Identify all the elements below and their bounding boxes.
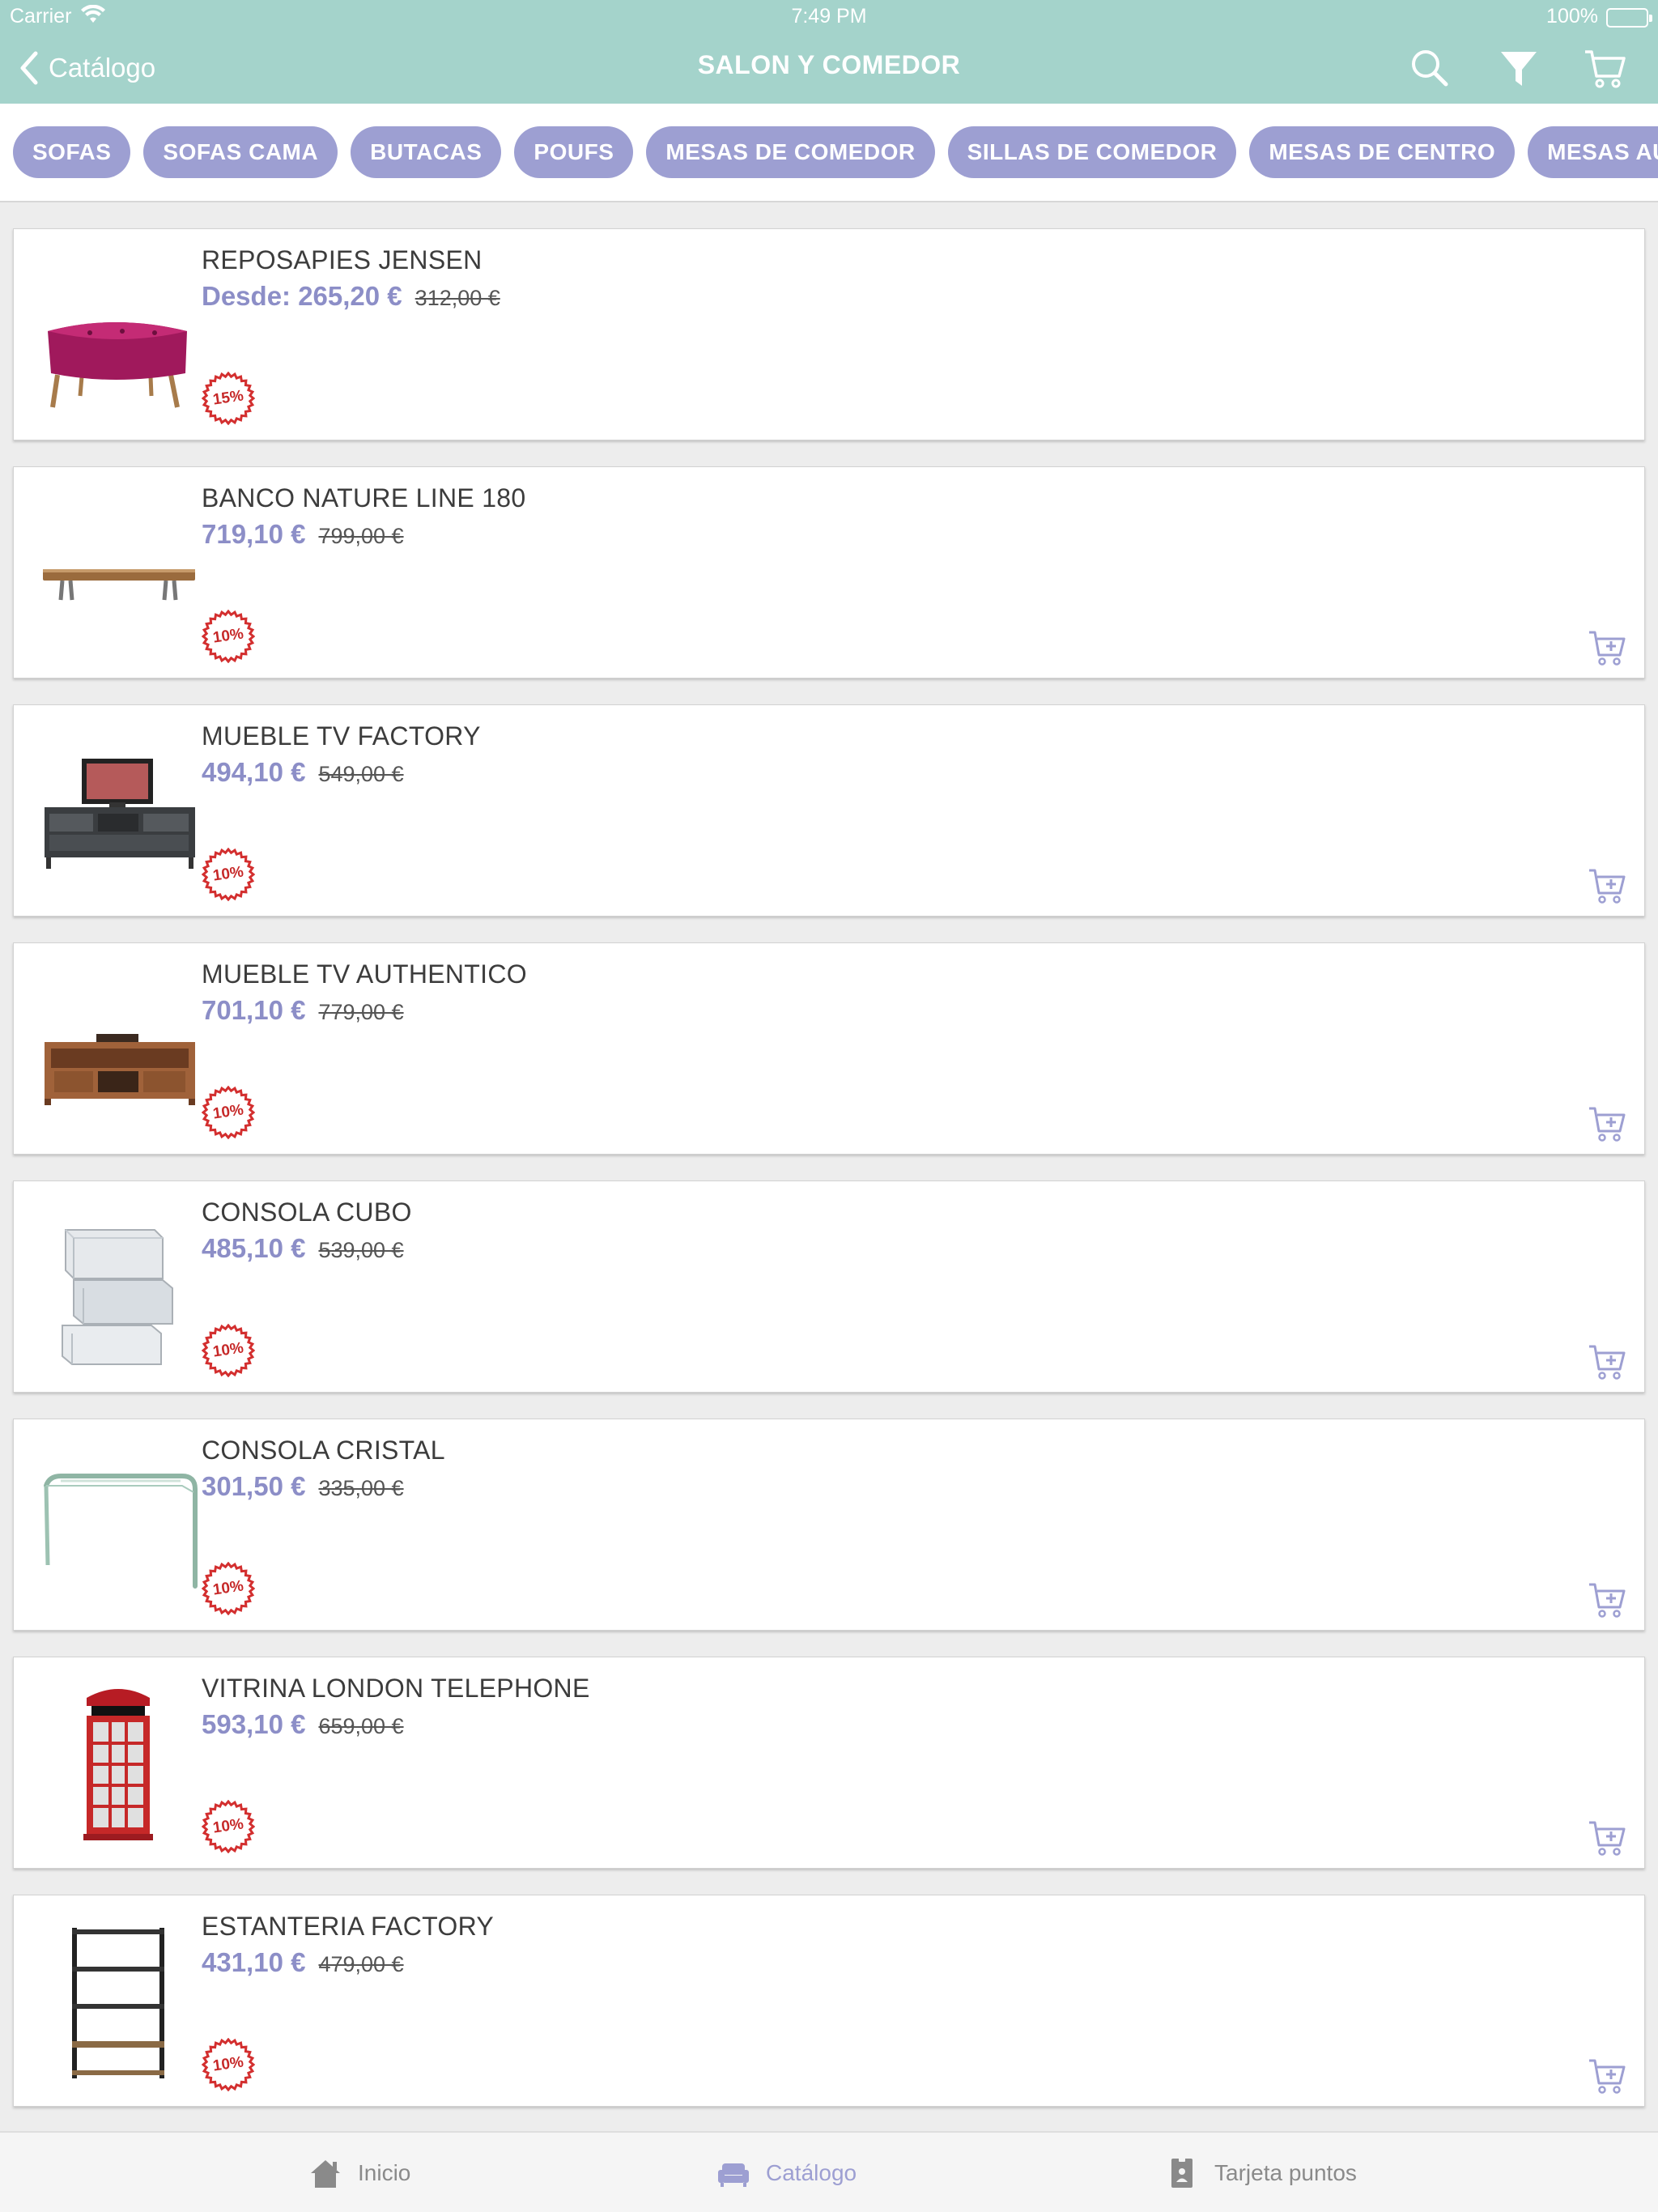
search-icon[interactable] (1407, 45, 1452, 91)
discount-badge-icon: 10% (201, 2037, 256, 2092)
discount-badge-icon: 10% (201, 1085, 256, 1140)
add-to-cart-icon[interactable] (1588, 1818, 1628, 1857)
product-price-row: 301,50 € 335,00 € (202, 1471, 404, 1502)
add-to-cart-icon[interactable] (1588, 2056, 1628, 2095)
product-name: MUEBLE TV FACTORY (202, 721, 481, 751)
product-price-row: 593,10 € 659,00 € (202, 1709, 404, 1740)
product-card[interactable]: CONSOLA CRISTAL 301,50 € 335,00 € 10% (13, 1419, 1645, 1631)
product-name: CONSOLA CUBO (202, 1197, 412, 1227)
category-chip[interactable]: SILLAS DE COMEDOR (947, 126, 1237, 178)
cart-icon[interactable] (1582, 45, 1627, 91)
discount-label: 10% (211, 863, 245, 885)
product-price-row: 719,10 € 799,00 € (202, 519, 404, 550)
product-old-price: 312,00 € (414, 286, 500, 310)
product-price-row: 485,10 € 539,00 € (202, 1233, 404, 1264)
discount-badge-icon: 10% (201, 609, 256, 664)
home-icon (311, 2160, 340, 2188)
product-price: 701,10 € (202, 995, 306, 1025)
product-image (33, 1206, 203, 1368)
product-price-row: Desde: 265,20 € 312,00 € (202, 281, 500, 312)
product-image (33, 1682, 203, 1844)
product-old-price: 779,00 € (318, 1000, 404, 1024)
discount-badge-icon: 15% (201, 371, 256, 426)
product-price: 485,10 € (202, 1233, 306, 1263)
tab-bar: Inicio Catálogo Tarjeta puntos (0, 2131, 1658, 2212)
product-price: 301,50 € (202, 1471, 306, 1501)
tab-catalogo[interactable]: Catálogo (716, 2133, 857, 2212)
product-card[interactable]: MUEBLE TV AUTHENTICO 701,10 € 779,00 € 10% (13, 942, 1645, 1155)
product-old-price: 479,00 € (318, 1952, 404, 1976)
category-chip[interactable]: MESAS DE COMEDOR (646, 126, 935, 178)
product-image (33, 1444, 203, 1606)
product-card[interactable]: REPOSAPIES JENSEN Desde: 265,20 € 312,00 €… (13, 228, 1645, 440)
product-card[interactable]: CONSOLA CUBO 485,10 € 539,00 € 10% (13, 1180, 1645, 1393)
add-to-cart-icon[interactable] (1588, 1342, 1628, 1380)
discount-label: 10% (211, 1339, 245, 1361)
product-price-row: 431,10 € 479,00 € (202, 1947, 404, 1978)
product-card[interactable]: VITRINA LONDON TELEPHONE 593,10 € 659,00 €… (13, 1657, 1645, 1869)
product-image (33, 253, 203, 415)
product-image (33, 1920, 203, 2082)
product-old-price: 539,00 € (318, 1238, 404, 1262)
product-image (33, 968, 203, 1129)
tab-inicio[interactable]: Inicio (308, 2133, 410, 2212)
product-list: REPOSAPIES JENSEN Desde: 265,20 € 312,00 €… (13, 228, 1645, 2133)
discount-label: 10% (211, 2053, 245, 2075)
add-to-cart-icon[interactable] (1588, 1580, 1628, 1619)
category-chip[interactable]: SOFAS CAMA (143, 126, 338, 178)
product-price-row: 494,10 € 549,00 € (202, 757, 404, 788)
product-name: CONSOLA CRISTAL (202, 1436, 445, 1465)
product-name: VITRINA LONDON TELEPHONE (202, 1674, 590, 1703)
tab-label: Catálogo (766, 2160, 857, 2185)
discount-label: 10% (211, 1815, 245, 1837)
category-chip[interactable]: POUFS (514, 126, 634, 178)
add-to-cart-icon[interactable] (1588, 627, 1628, 666)
status-bar: Carrier 7:49 PM 100% (0, 0, 1658, 34)
discount-label: 10% (211, 625, 245, 647)
product-old-price: 549,00 € (318, 762, 404, 786)
badge-card-icon (1171, 2157, 1192, 2188)
status-time: 7:49 PM (791, 5, 867, 28)
product-price: 593,10 € (202, 1709, 306, 1739)
discount-label: 10% (211, 1101, 245, 1123)
product-price: Desde: 265,20 € (202, 281, 402, 311)
discount-badge-icon: 10% (201, 1323, 256, 1378)
product-price: 431,10 € (202, 1947, 306, 1977)
product-price: 494,10 € (202, 757, 306, 787)
sofa-icon (718, 2163, 749, 2187)
add-to-cart-icon[interactable] (1588, 1104, 1628, 1142)
tab-tarjeta-puntos[interactable]: Tarjeta puntos (1164, 2133, 1357, 2212)
product-card[interactable]: ESTANTERIA FACTORY 431,10 € 479,00 € 10% (13, 1895, 1645, 2107)
category-chip[interactable]: MESAS AUXILIARES (1528, 126, 1658, 178)
discount-badge-icon: 10% (201, 1799, 256, 1854)
add-to-cart-icon[interactable] (1588, 866, 1628, 904)
product-old-price: 335,00 € (318, 1476, 404, 1500)
product-name: ESTANTERIA FACTORY (202, 1912, 495, 1941)
product-price: 719,10 € (202, 519, 306, 549)
category-chip[interactable]: SOFAS (13, 126, 131, 178)
category-chip[interactable]: BUTACAS (351, 126, 502, 178)
discount-badge-icon: 10% (201, 847, 256, 902)
discount-badge-icon: 10% (201, 1561, 256, 1616)
product-name: MUEBLE TV AUTHENTICO (202, 959, 527, 989)
product-card[interactable]: BANCO NATURE LINE 180 719,10 € 799,00 € 10% (13, 466, 1645, 678)
category-filter-bar: SOFAS SOFAS CAMA BUTACAS POUFS MESAS DE COME… (0, 104, 1658, 202)
product-old-price: 799,00 € (318, 524, 404, 548)
discount-label: 15% (211, 387, 245, 409)
product-image (33, 491, 203, 653)
navigation-header: Carrier 7:49 PM 100% Catálogo SALON Y CO… (0, 0, 1658, 104)
tab-label: Tarjeta puntos (1214, 2160, 1357, 2185)
category-chip[interactable]: MESAS DE CENTRO (1249, 126, 1516, 178)
tab-label: Inicio (358, 2160, 411, 2185)
product-image (33, 730, 203, 891)
product-old-price: 659,00 € (318, 1714, 404, 1738)
product-name: REPOSAPIES JENSEN (202, 245, 483, 274)
product-price-row: 701,10 € 779,00 € (202, 995, 404, 1026)
product-name: BANCO NATURE LINE 180 (202, 483, 526, 513)
discount-label: 10% (211, 1577, 245, 1599)
filter-icon[interactable] (1496, 45, 1541, 91)
battery-icon (1606, 8, 1652, 28)
battery-percent: 100% (1546, 5, 1598, 28)
product-card[interactable]: MUEBLE TV FACTORY 494,10 € 549,00 € 10% (13, 704, 1645, 917)
